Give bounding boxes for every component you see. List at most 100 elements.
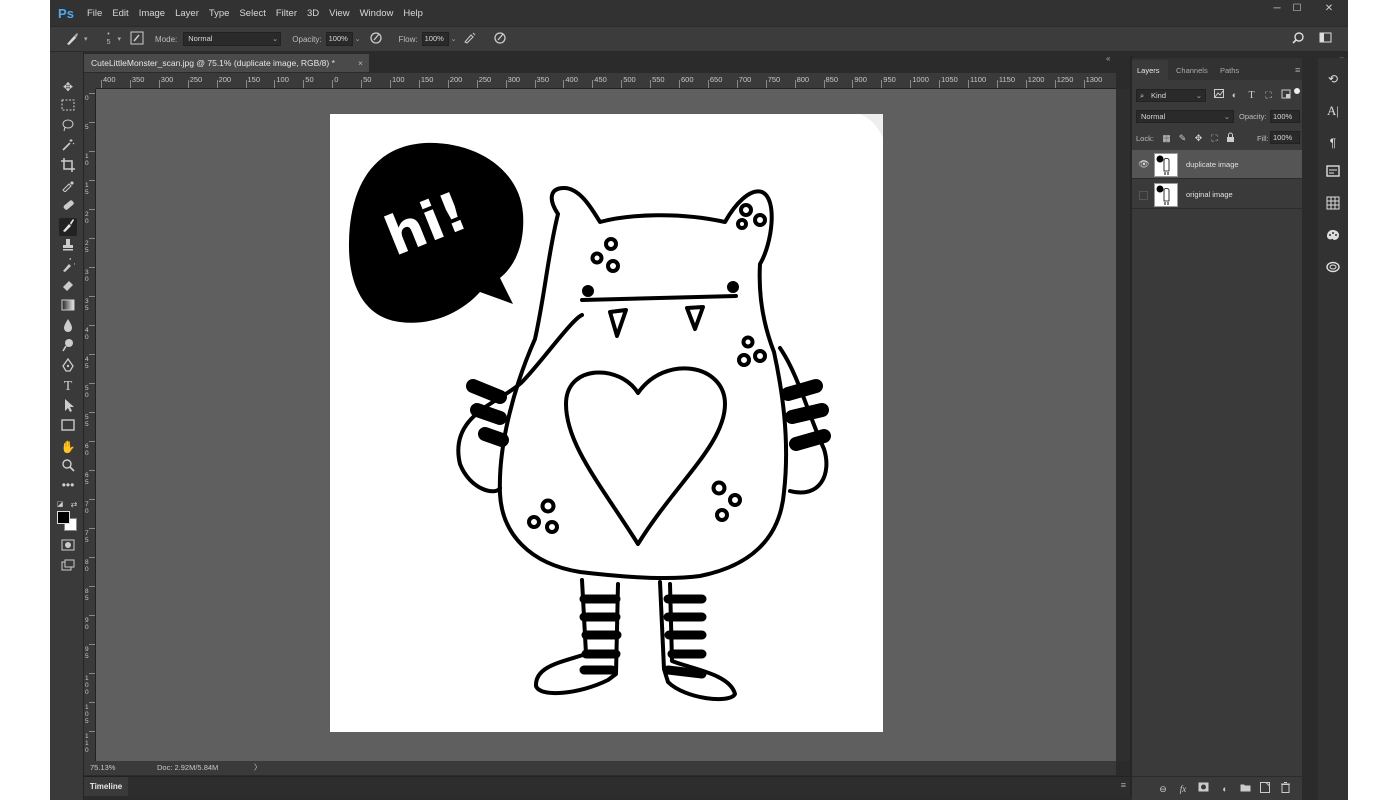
- history-panel-icon[interactable]: ⟲: [1324, 70, 1342, 88]
- swatches-panel-icon[interactable]: [1324, 228, 1342, 246]
- lock-image-pixels-icon[interactable]: ✎: [1176, 132, 1189, 145]
- menu-layer[interactable]: Layer: [170, 8, 204, 19]
- delete-layer-icon[interactable]: [1278, 782, 1292, 796]
- status-menu-arrow-icon[interactable]: 〉: [254, 761, 262, 775]
- flow-input[interactable]: 100%: [421, 32, 449, 46]
- ruler-tick: [765, 80, 767, 88]
- fill-input[interactable]: 100%: [1270, 131, 1300, 144]
- menu-help[interactable]: Help: [398, 8, 428, 19]
- layer-visibility-toggle[interactable]: [1139, 191, 1148, 200]
- type-tool-icon[interactable]: T: [59, 378, 77, 396]
- filter-type-icon[interactable]: T: [1245, 89, 1258, 102]
- filter-shape-icon[interactable]: ⛶: [1262, 89, 1275, 102]
- layer-style-icon[interactable]: fx: [1176, 782, 1190, 796]
- history-brush-tool-icon[interactable]: [59, 255, 79, 276]
- brush-panel-toggle-icon[interactable]: [129, 31, 145, 47]
- brush-tool-icon[interactable]: [59, 218, 77, 236]
- quick-mask-icon[interactable]: [59, 538, 77, 556]
- new-group-icon[interactable]: [1238, 782, 1252, 796]
- pressure-size-icon[interactable]: [492, 31, 508, 47]
- crop-tool-icon[interactable]: [59, 158, 77, 176]
- clone-stamp-tool-icon[interactable]: [59, 238, 77, 256]
- close-window-button[interactable]: ✕: [1320, 3, 1338, 19]
- brush-preset-icon[interactable]: [64, 31, 80, 47]
- document-canvas[interactable]: hi!: [330, 114, 883, 732]
- search-icon[interactable]: [1290, 31, 1306, 47]
- menu-window[interactable]: Window: [355, 8, 399, 19]
- layer-visibility-eye-icon[interactable]: 👁: [1138, 157, 1150, 171]
- panel-menu-icon[interactable]: ≡: [1295, 65, 1300, 75]
- tab-paths[interactable]: Paths: [1220, 66, 1239, 75]
- gradient-tool-icon[interactable]: [59, 298, 77, 316]
- layer-row-duplicate-image[interactable]: 👁 duplicate image: [1132, 150, 1302, 179]
- blend-mode-select[interactable]: Normal ⌄: [1136, 110, 1234, 123]
- foreground-color-swatch[interactable]: [57, 511, 70, 524]
- link-layers-icon[interactable]: ⊖: [1156, 782, 1170, 796]
- paragraph-panel-icon[interactable]: ¶: [1324, 134, 1342, 152]
- filter-pixel-icon[interactable]: [1212, 89, 1225, 102]
- ruler-label: 75: [85, 530, 89, 544]
- menu-edit[interactable]: Edit: [107, 8, 133, 19]
- brush-size-readout[interactable]: • 5: [102, 31, 116, 47]
- layer-opacity-input[interactable]: 100%: [1270, 110, 1300, 123]
- add-mask-icon[interactable]: [1196, 782, 1210, 796]
- menu-filter[interactable]: Filter: [271, 8, 302, 19]
- adjustment-layer-icon[interactable]: ◐: [1218, 782, 1232, 796]
- blur-tool-icon[interactable]: [59, 318, 77, 336]
- edit-toolbar-icon[interactable]: •••: [59, 476, 77, 494]
- mode-select[interactable]: Normal ⌄: [183, 32, 282, 46]
- document-tab[interactable]: CuteLittleMonster_scan.jpg @ 75.1% (dupl…: [84, 54, 369, 72]
- swap-colors-icon[interactable]: ⇄: [69, 496, 79, 514]
- minimize-button[interactable]: ─: [1268, 3, 1286, 19]
- creative-cloud-icon[interactable]: [1324, 260, 1342, 278]
- new-layer-icon[interactable]: [1258, 782, 1272, 796]
- timeline-tab[interactable]: Timeline: [84, 777, 128, 796]
- tab-layers[interactable]: Layers: [1137, 66, 1160, 75]
- vertical-scrollbar[interactable]: [1116, 89, 1130, 761]
- pressure-opacity-icon[interactable]: [368, 31, 384, 47]
- menu-select[interactable]: Select: [234, 8, 270, 19]
- magic-wand-tool-icon[interactable]: [59, 138, 77, 156]
- lock-all-icon[interactable]: [1224, 132, 1237, 145]
- maximize-button[interactable]: ☐: [1288, 3, 1306, 19]
- menu-image[interactable]: Image: [134, 8, 170, 19]
- libraries-panel-icon[interactable]: [1324, 196, 1342, 214]
- opacity-input[interactable]: 100%: [325, 32, 353, 46]
- dodge-tool-icon[interactable]: [59, 338, 77, 356]
- hand-tool-icon[interactable]: ✋: [59, 438, 77, 456]
- timeline-menu-icon[interactable]: ≡: [1121, 780, 1126, 790]
- screen-mode-icon[interactable]: [59, 558, 77, 576]
- lock-position-icon[interactable]: ✥: [1192, 132, 1205, 145]
- filter-smart-object-icon[interactable]: [1279, 89, 1292, 102]
- tab-channels[interactable]: Channels: [1176, 66, 1208, 75]
- properties-panel-icon[interactable]: [1324, 164, 1342, 182]
- menu-file[interactable]: File: [82, 8, 107, 19]
- menu-view[interactable]: View: [324, 8, 354, 19]
- collapse-panels-icon[interactable]: «: [1106, 54, 1110, 63]
- layer-row-original-image[interactable]: original image: [1132, 180, 1302, 209]
- lasso-tool-icon[interactable]: [59, 118, 77, 136]
- zoom-tool-icon[interactable]: [59, 458, 77, 476]
- menu-3d[interactable]: 3D: [302, 8, 324, 19]
- canvas-area[interactable]: hi!: [96, 89, 1116, 761]
- filter-kind-select[interactable]: ⌕ Kind ⌄: [1136, 89, 1206, 102]
- healing-brush-tool-icon[interactable]: [59, 198, 77, 216]
- pen-tool-icon[interactable]: [59, 357, 77, 376]
- lock-artboard-icon[interactable]: ⛶: [1208, 132, 1221, 145]
- ruler-tick: [101, 80, 102, 88]
- airbrush-icon[interactable]: [462, 31, 478, 47]
- path-selection-tool-icon[interactable]: [59, 398, 77, 416]
- move-tool-icon[interactable]: ✥: [59, 78, 77, 96]
- menu-type[interactable]: Type: [204, 8, 235, 19]
- marquee-tool-icon[interactable]: [59, 98, 77, 116]
- character-panel-icon[interactable]: A|: [1324, 102, 1342, 120]
- filter-adjustment-icon[interactable]: ◐: [1228, 89, 1241, 102]
- eyedropper-tool-icon[interactable]: [59, 178, 77, 196]
- workspace-switcher-icon[interactable]: [1318, 31, 1334, 47]
- filter-toggle-icon[interactable]: [1294, 88, 1300, 94]
- rectangle-tool-icon[interactable]: [59, 418, 77, 436]
- eraser-tool-icon[interactable]: [59, 278, 77, 296]
- zoom-level[interactable]: 75.13%: [90, 761, 115, 775]
- lock-transparent-pixels-icon[interactable]: ▦: [1160, 132, 1173, 145]
- close-document-icon[interactable]: ×: [358, 54, 363, 72]
